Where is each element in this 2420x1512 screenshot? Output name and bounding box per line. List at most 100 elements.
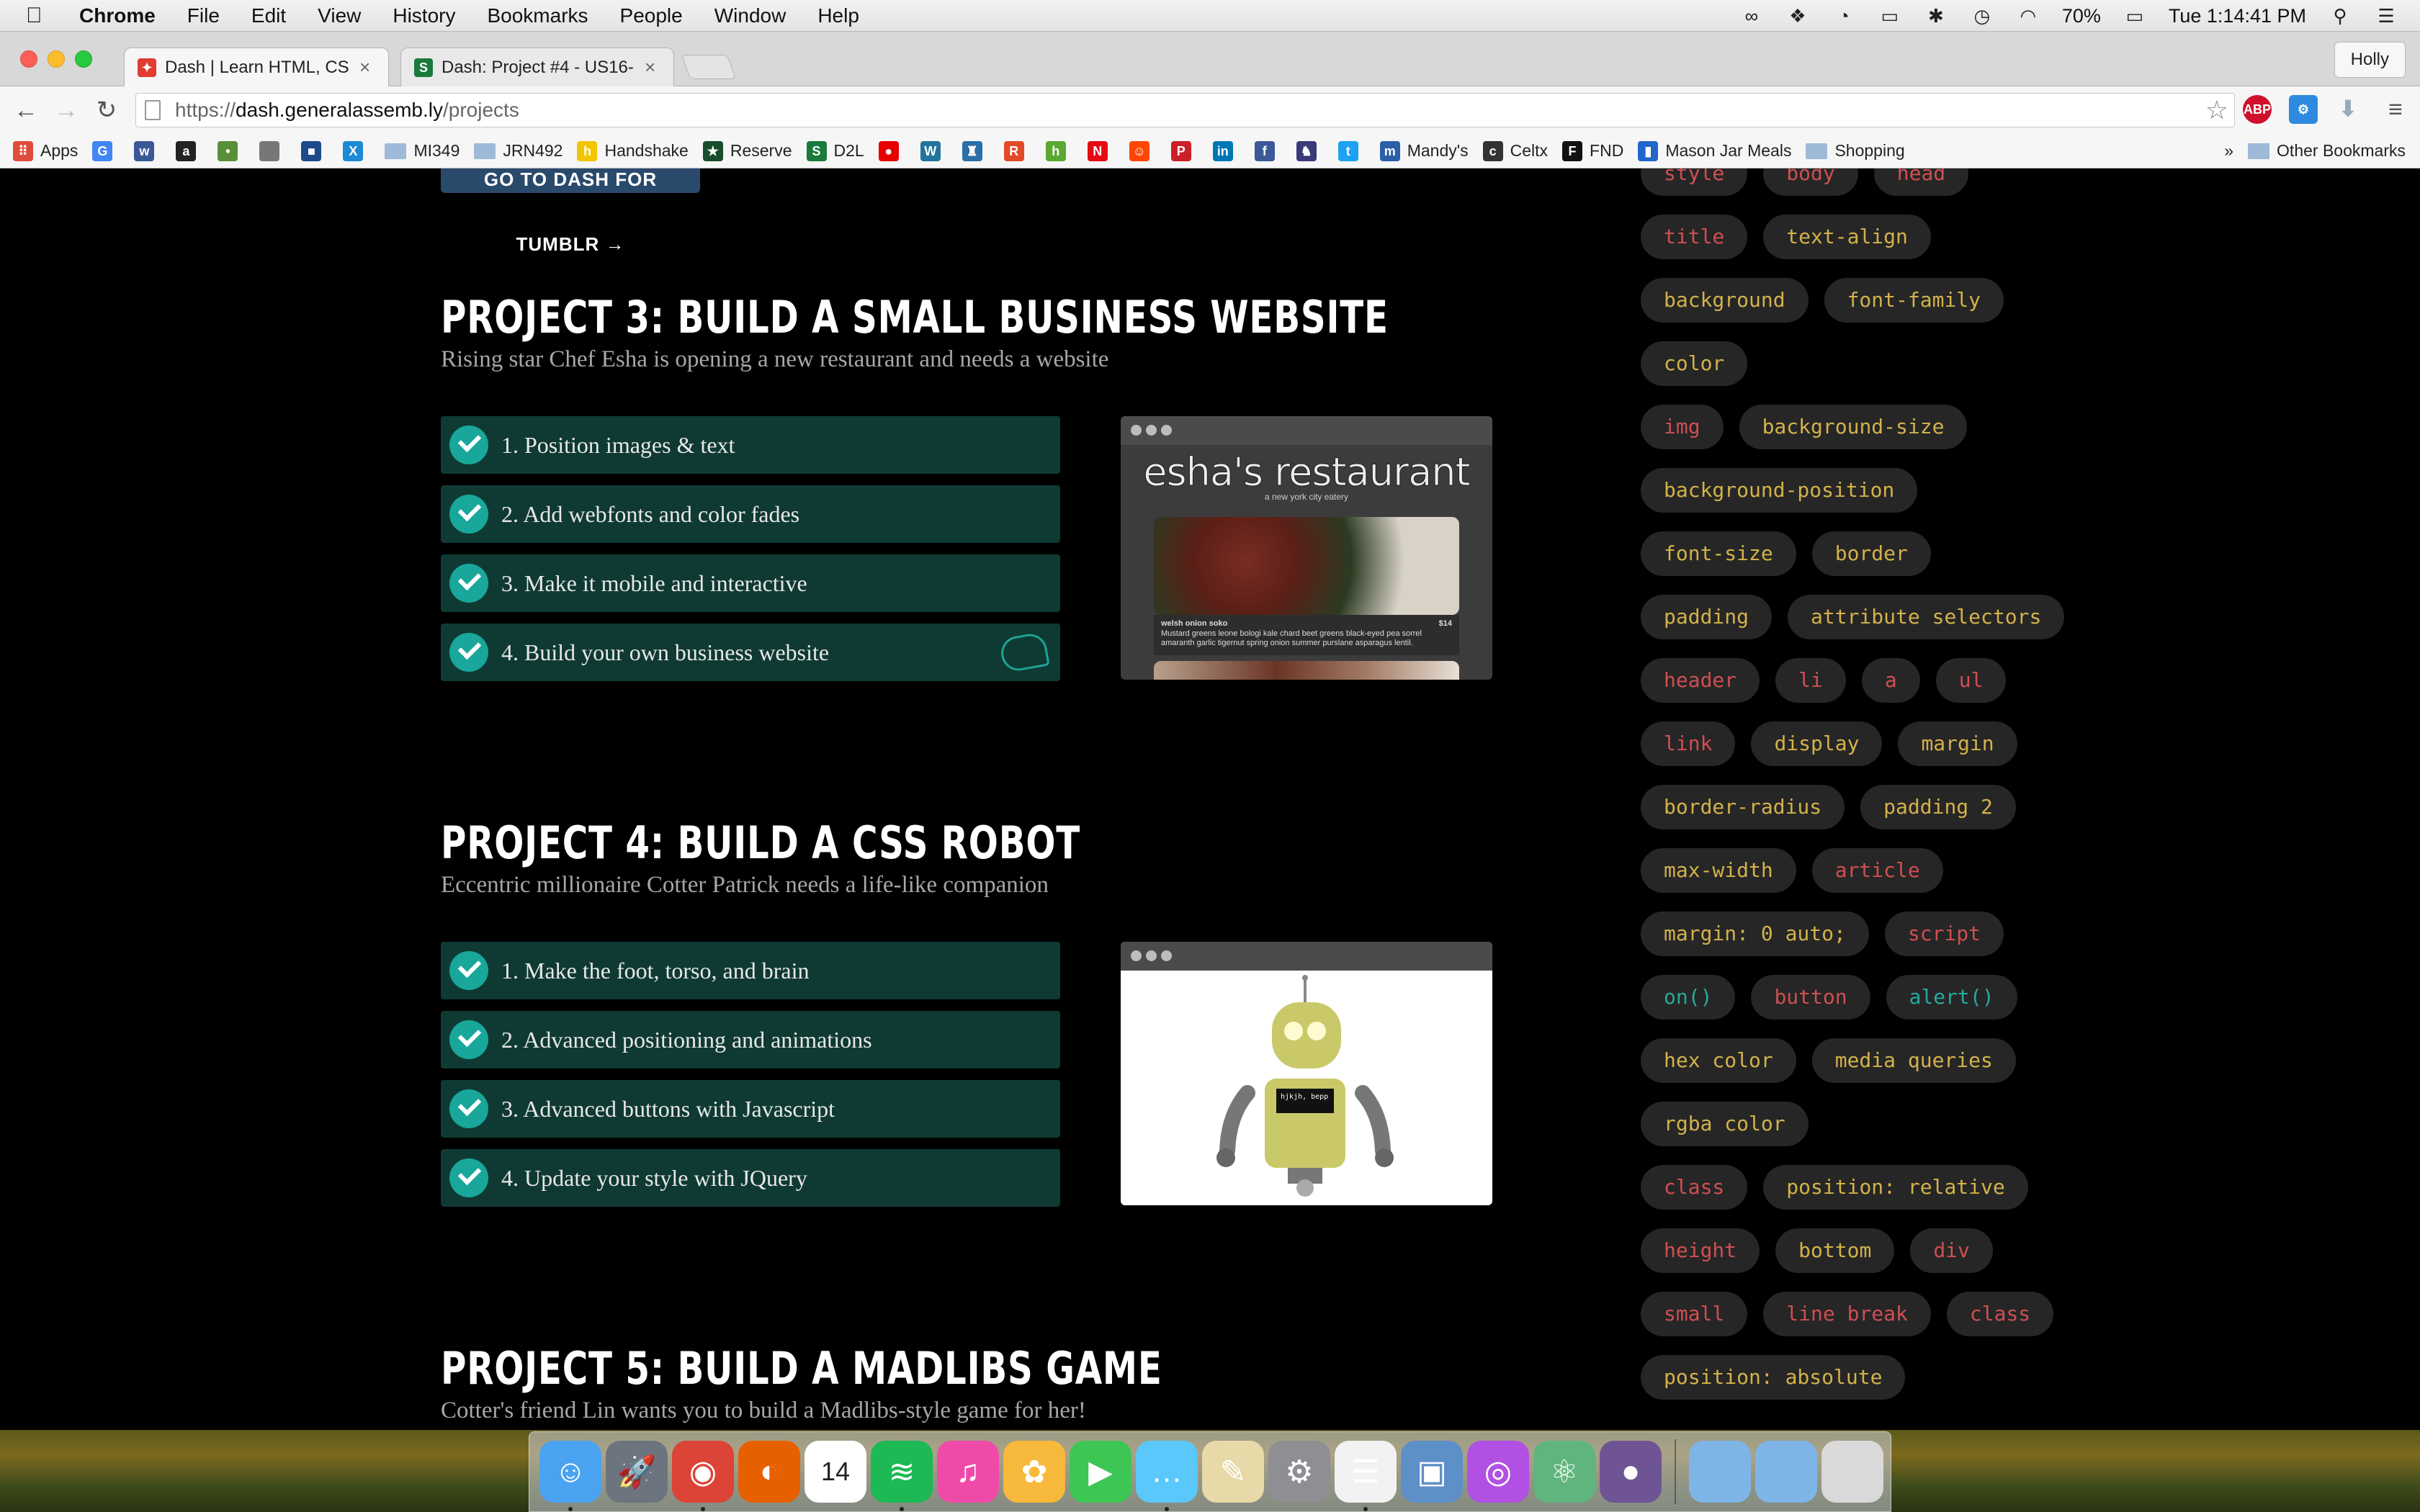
close-tab-icon[interactable]: × <box>359 56 370 78</box>
bookmark-item[interactable]: ▮ Mason Jar Meals <box>1638 140 1791 161</box>
bookmark-item[interactable]: MI349 <box>385 141 460 161</box>
concept-tag[interactable]: display <box>1751 721 1883 766</box>
zoom-window-button[interactable] <box>75 50 92 68</box>
step-item[interactable]: 4. Build your own business website <box>441 624 1060 681</box>
chrome-menu-icon[interactable]: ≡ <box>2381 95 2410 124</box>
bookmark-item[interactable]: h Handshake <box>577 140 689 161</box>
concept-tag[interactable]: head <box>1873 168 1969 196</box>
notification-center-icon[interactable]: ☰ <box>2374 5 2398 27</box>
concept-tag[interactable]: small <box>1641 1292 1748 1336</box>
creative-cloud-icon[interactable]: ∞ <box>1739 5 1764 27</box>
restaurant-preview[interactable]: esha's restaurant a new york city eatery… <box>1121 416 1492 680</box>
spotify-icon[interactable]: ≋ <box>871 1441 933 1511</box>
textedit-icon[interactable]: ✎ <box>1202 1441 1264 1503</box>
tab-dash-learn[interactable]: ✦ Dash | Learn HTML, CSS, J × <box>124 48 389 86</box>
menu-file[interactable]: File <box>187 4 220 27</box>
documents-folder-icon[interactable] <box>1689 1441 1751 1503</box>
bookmark-item[interactable]: ♞ <box>1296 140 1324 161</box>
trash-icon[interactable] <box>1821 1441 1883 1503</box>
url-text[interactable]: https://dash.generalassemb.ly/projects <box>175 99 519 122</box>
bookmark-item[interactable]: ♜ <box>962 140 990 161</box>
menu-app-name[interactable]: Chrome <box>79 4 156 27</box>
github-icon[interactable]: ● <box>1600 1441 1662 1503</box>
concept-tag[interactable]: background-size <box>1739 405 1968 449</box>
concept-tag[interactable]: class <box>1641 1165 1748 1210</box>
step-item[interactable]: 1. Make the foot, torso, and brain <box>441 942 1060 999</box>
concept-tag[interactable]: text-align <box>1763 215 1931 259</box>
bookmark-item[interactable]: f <box>1254 140 1282 161</box>
system-preferences-icon[interactable]: ⚙ <box>1268 1441 1330 1503</box>
concept-tag[interactable]: height <box>1641 1228 1760 1273</box>
menu-view[interactable]: View <box>318 4 361 27</box>
bookmark-item[interactable]: ● <box>878 140 906 161</box>
concept-tag[interactable]: link <box>1641 721 1736 766</box>
reload-icon[interactable]: ↻ <box>92 96 121 125</box>
wifi-icon[interactable]: ◠ <box>2016 5 2040 27</box>
sync-icon[interactable]: ◔ <box>1832 5 1856 27</box>
extension-gear-icon[interactable]: ⚙ <box>2289 95 2318 124</box>
menu-people[interactable]: People <box>620 4 683 27</box>
concept-tag[interactable]: margin: 0 auto; <box>1641 912 1869 956</box>
menu-bookmarks[interactable]: Bookmarks <box>487 4 588 27</box>
concept-tag[interactable]: script <box>1884 912 2004 956</box>
back-arrow-icon[interactable]: ← <box>12 96 40 125</box>
concept-tag[interactable]: font-size <box>1641 531 1796 576</box>
menu-help[interactable]: Help <box>817 4 859 27</box>
concept-tag[interactable]: article <box>1811 848 1943 893</box>
robot-preview[interactable]: hjkjh, bepp <box>1121 942 1492 1205</box>
step-item[interactable]: 2. Add webfonts and color fades <box>441 485 1060 543</box>
menu-edit[interactable]: Edit <box>251 4 286 27</box>
concept-tag[interactable]: button <box>1751 975 1870 1020</box>
bookmark-item[interactable]: ★ Reserve <box>702 140 792 161</box>
page-info-icon[interactable] <box>145 100 161 120</box>
concept-tag[interactable]: position: absolute <box>1641 1355 1906 1400</box>
bookmark-item[interactable]: h <box>1045 140 1073 161</box>
concept-tag[interactable]: padding <box>1641 595 1773 639</box>
step-item[interactable]: 1. Position images & text <box>441 416 1060 474</box>
calendar-icon[interactable]: 14 <box>805 1441 866 1503</box>
bookmark-item[interactable] <box>259 140 287 161</box>
chrome-icon[interactable]: ◉ <box>672 1441 734 1511</box>
concept-tag[interactable]: class <box>1946 1292 2054 1336</box>
concept-tag[interactable]: hex color <box>1641 1038 1796 1083</box>
profile-button[interactable]: Holly <box>2334 42 2406 78</box>
preview-icon[interactable]: ▣ <box>1401 1441 1463 1503</box>
finder-icon[interactable]: ☺ <box>539 1441 601 1511</box>
concept-tag[interactable]: header <box>1641 658 1760 703</box>
step-item[interactable]: 4. Update your style with JQuery <box>441 1149 1060 1207</box>
concept-tag[interactable]: on() <box>1641 975 1736 1020</box>
step-item[interactable]: 3. Advanced buttons with Javascript <box>441 1080 1060 1138</box>
bookmark-item[interactable]: P <box>1170 140 1198 161</box>
podcasts-icon[interactable]: ◎ <box>1467 1441 1529 1503</box>
concept-tag[interactable]: style <box>1641 168 1748 196</box>
concept-tag[interactable]: background-position <box>1641 468 1918 513</box>
close-window-button[interactable] <box>20 50 37 68</box>
atom-icon[interactable]: ⚛ <box>1533 1441 1595 1503</box>
bookmark-item[interactable]: ⠿ Apps <box>13 140 78 161</box>
photos-icon[interactable]: ✿ <box>1003 1441 1065 1503</box>
spotlight-search-icon[interactable]: ⚲ <box>2328 5 2352 27</box>
concept-tag[interactable]: background <box>1641 278 1809 323</box>
bookmark-item[interactable]: ■ <box>301 140 328 161</box>
bluetooth-icon[interactable]: ✱ <box>1924 5 1948 27</box>
concept-tag[interactable]: bottom <box>1775 1228 1895 1273</box>
concept-tag[interactable]: a <box>1861 658 1920 703</box>
bookmark-item[interactable]: c Celtx <box>1482 140 1548 161</box>
time-machine-icon[interactable]: ◷ <box>1970 5 1994 27</box>
firefox-icon[interactable]: ◐ <box>738 1441 800 1503</box>
bookmark-item[interactable]: X <box>343 140 370 161</box>
concept-tag[interactable]: position: relative <box>1763 1165 2028 1210</box>
bookmark-item[interactable]: R <box>1003 140 1031 161</box>
bookmark-item[interactable]: w <box>134 140 161 161</box>
downloads-folder-icon[interactable] <box>1755 1441 1817 1503</box>
address-bar[interactable]: https://dash.generalassemb.ly/projects ☆ <box>135 93 2235 127</box>
bookmark-item[interactable]: • <box>218 140 245 161</box>
clock[interactable]: Tue 1:14:41 PM <box>2169 5 2306 27</box>
dropbox-icon[interactable]: ❖ <box>1785 5 1810 27</box>
adblock-icon[interactable]: ABP <box>2243 95 2272 124</box>
concept-tag[interactable]: media queries <box>1811 1038 2016 1083</box>
bookmark-item[interactable]: F FND <box>1562 140 1623 161</box>
close-tab-icon[interactable]: × <box>645 56 655 78</box>
concept-tag[interactable]: border-radius <box>1641 785 1845 829</box>
concept-tag[interactable]: color <box>1641 341 1748 386</box>
